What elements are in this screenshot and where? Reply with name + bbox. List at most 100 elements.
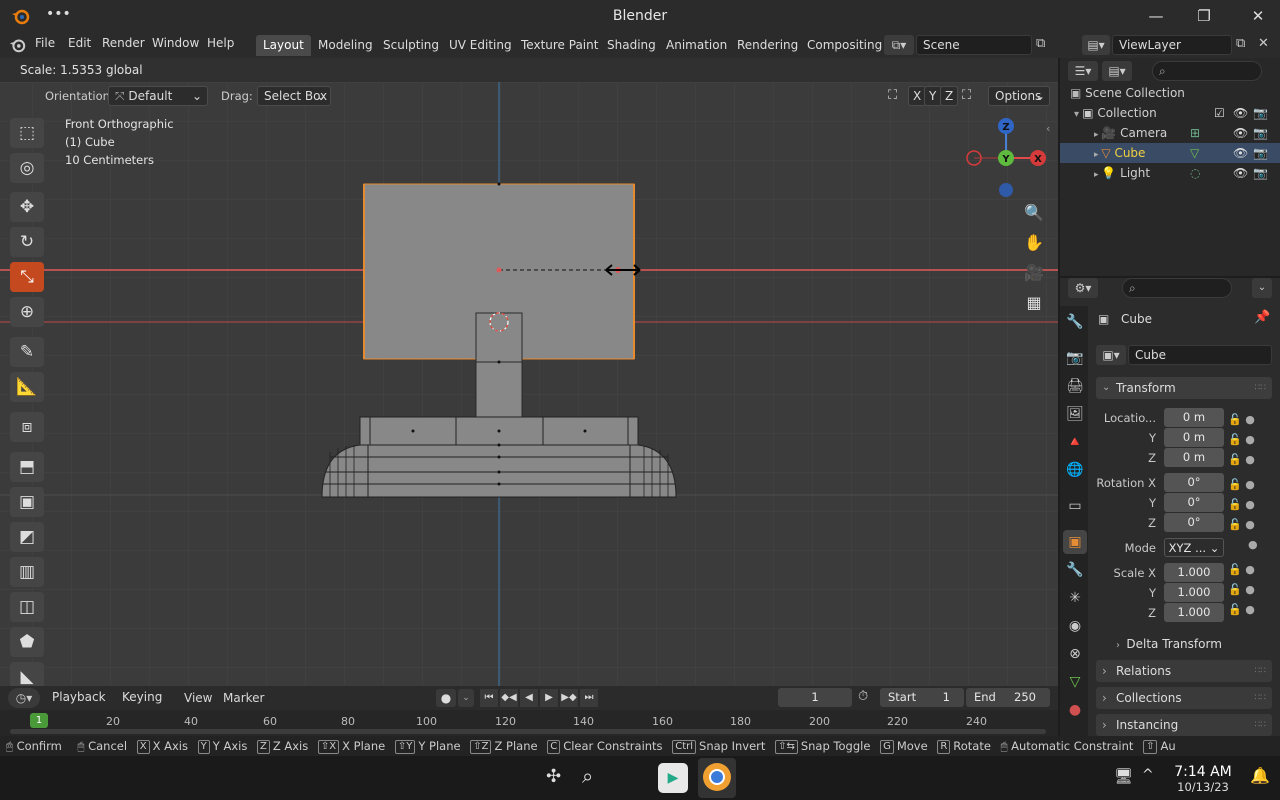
clock[interactable]: 7:14 AM 10/13/23: [1166, 764, 1240, 794]
tray-chevron-icon[interactable]: ^: [1142, 767, 1154, 783]
collapse-sidebar-icon[interactable]: ‹: [1046, 122, 1050, 135]
outliner-item-cube[interactable]: ▸ ▽ Cube ▽ 👁 📷: [1060, 143, 1280, 163]
properties-options-icon[interactable]: ⌄: [1252, 278, 1272, 298]
pin-icon[interactable]: 📌: [1254, 310, 1270, 325]
zoom-icon[interactable]: 🔍: [1020, 200, 1048, 226]
pan-hand-icon[interactable]: ✋: [1020, 230, 1048, 256]
menu-file[interactable]: File: [35, 36, 55, 50]
tab-shading[interactable]: Shading: [600, 35, 663, 56]
lock-icon[interactable]: 🔓 ●: [1228, 450, 1268, 470]
minimize-button[interactable]: —: [1144, 5, 1168, 27]
properties-type-icon[interactable]: ⚙▾: [1068, 278, 1098, 298]
tool-tab-icon[interactable]: 🔧: [1063, 310, 1087, 334]
camera-view-icon[interactable]: 🎥: [1020, 260, 1048, 286]
snap-icon[interactable]: ⛶: [962, 88, 971, 103]
start-frame-field[interactable]: Start 1: [880, 688, 964, 707]
jump-keyframe-forward-icon[interactable]: ▶◆: [560, 689, 578, 707]
scene-collection-row[interactable]: ▣ Scene Collection: [1060, 83, 1280, 103]
keyframe-dot-icon[interactable]: ●: [1228, 535, 1268, 555]
drag-dropdown[interactable]: Select Box ⌄: [257, 86, 331, 106]
remove-view-layer-icon[interactable]: ✕: [1258, 36, 1269, 51]
object-name-field[interactable]: Cube: [1128, 345, 1272, 365]
material-tab-icon[interactable]: ●: [1063, 698, 1087, 722]
display-mode-icon[interactable]: ▤▾: [1102, 61, 1132, 81]
particles-tab-icon[interactable]: ✳: [1063, 586, 1087, 610]
drag-handle-icon[interactable]: ∷∷: [1255, 687, 1266, 709]
new-view-layer-icon[interactable]: ⧉: [1236, 36, 1245, 51]
close-button[interactable]: ✕: [1246, 5, 1270, 27]
transform-panel-header[interactable]: ⌄ Transform ∷∷: [1096, 377, 1272, 399]
display-icon[interactable]: 🖥: [1114, 767, 1133, 785]
measure-tool-icon[interactable]: 📐: [10, 372, 44, 402]
collection-tab-icon[interactable]: ▭: [1063, 494, 1087, 518]
notification-bell-icon[interactable]: 🔔: [1250, 766, 1270, 785]
tab-layout[interactable]: Layout: [256, 35, 311, 56]
tab-modeling[interactable]: Modeling: [311, 35, 380, 56]
annotate-tool-icon[interactable]: ✎: [10, 337, 44, 367]
search-icon[interactable]: ⌕: [582, 764, 593, 788]
outliner-type-icon[interactable]: ☰▾: [1068, 61, 1098, 81]
scene-field[interactable]: Scene: [916, 35, 1032, 55]
tab-uv-editing[interactable]: UV Editing: [442, 35, 519, 56]
new-scene-icon[interactable]: ⧉: [1036, 36, 1045, 51]
orientation-dropdown[interactable]: ⤧ Default ⌄: [108, 86, 208, 106]
current-frame-field[interactable]: 1: [778, 688, 852, 707]
scale-x-field[interactable]: 1.000: [1164, 563, 1224, 582]
mode-dropdown[interactable]: XYZ ... ⌄: [1164, 538, 1224, 557]
rotation-y-field[interactable]: 0°: [1164, 493, 1224, 512]
extrude-tool-icon[interactable]: ⬒: [10, 452, 44, 482]
lock-icon[interactable]: 🔓 ●: [1228, 495, 1268, 515]
eye-icon[interactable]: 👁: [1233, 103, 1248, 123]
outliner-item-light[interactable]: ▸ 💡 Light ◌ 👁 📷: [1060, 163, 1280, 183]
tab-animation[interactable]: Animation: [659, 35, 734, 56]
playback-menu[interactable]: Playback ⌄: [46, 688, 114, 722]
blender-app-icon[interactable]: [698, 758, 736, 798]
location-y-field[interactable]: 0 m: [1164, 428, 1224, 447]
menu-render[interactable]: Render: [102, 36, 145, 50]
navigation-gizmo[interactable]: Z X Y: [962, 114, 1052, 204]
properties-search-input[interactable]: ⌕: [1122, 278, 1232, 298]
world-tab-icon[interactable]: 🌐: [1063, 458, 1087, 482]
view-layer-tab-icon[interactable]: 🖼: [1063, 402, 1087, 426]
output-tab-icon[interactable]: 🖨: [1063, 374, 1087, 398]
modifier-tab-icon[interactable]: 🔧: [1063, 558, 1087, 582]
transform-tool-icon[interactable]: ⊕: [10, 297, 44, 327]
outliner-search-input[interactable]: ⌕: [1152, 61, 1262, 81]
options-dropdown[interactable]: Options ⌄: [988, 86, 1050, 106]
tab-compositing[interactable]: Compositing: [800, 35, 889, 56]
marker-menu[interactable]: Marker: [223, 691, 264, 705]
render-tab-icon[interactable]: 📷: [1063, 346, 1087, 370]
eye-icon[interactable]: 👁: [1233, 163, 1248, 183]
stopwatch-icon[interactable]: ⏱: [858, 689, 868, 704]
location-x-field[interactable]: 0 m: [1164, 408, 1224, 427]
bevel-tool-icon[interactable]: ◩: [10, 522, 44, 552]
end-frame-field[interactable]: End 250: [966, 688, 1050, 707]
outliner-item-camera[interactable]: ▸ 🎥 Camera ⊞ 👁 📷: [1060, 123, 1280, 143]
lock-icon[interactable]: 🔓 ●: [1228, 410, 1268, 430]
inset-tool-icon[interactable]: ▣: [10, 487, 44, 517]
drag-handle-icon[interactable]: ∷∷: [1255, 714, 1266, 736]
record-icon[interactable]: ●: [436, 689, 456, 707]
view-layer-field[interactable]: ViewLayer: [1112, 35, 1232, 55]
view-menu[interactable]: View: [184, 691, 212, 705]
blender-menu-icon[interactable]: [8, 36, 26, 54]
data-tab-icon[interactable]: ▽: [1063, 670, 1087, 694]
3d-viewport[interactable]: ⬚ ◎ ✥ ↻ ⤡ ⊕ ✎ 📐 ⧈ ⬒ ▣ ◩ ▥ ◫ ⬟ ◣ Orientat…: [0, 82, 1058, 686]
timeline[interactable]: 1 20 40 60 80 100 120 140 160 180 200 22…: [0, 710, 1058, 736]
view-layer-type-icon[interactable]: ▤▾: [1082, 35, 1110, 55]
scale-y-field[interactable]: 1.000: [1164, 583, 1224, 602]
timeline-scrollbar[interactable]: [10, 729, 1046, 734]
loop-cut-tool-icon[interactable]: ▥: [10, 557, 44, 587]
eye-icon[interactable]: 👁: [1233, 143, 1248, 163]
lock-icon[interactable]: 🔓 ●: [1228, 580, 1268, 600]
tab-rendering[interactable]: Rendering: [730, 35, 805, 56]
lock-icon[interactable]: 🔓 ●: [1228, 430, 1268, 450]
collections-panel-header[interactable]: › Collections ∷∷: [1096, 687, 1272, 709]
object-tab-icon[interactable]: ▣: [1063, 530, 1087, 554]
launcher-icon[interactable]: ✣: [546, 766, 561, 787]
play-icon[interactable]: ▶: [540, 689, 558, 707]
store-app-icon[interactable]: ▶: [658, 763, 688, 793]
scale-z-field[interactable]: 1.000: [1164, 603, 1224, 622]
tab-texture-paint[interactable]: Texture Paint: [514, 35, 605, 56]
datablock-type-icon[interactable]: ▣▾: [1096, 345, 1126, 365]
